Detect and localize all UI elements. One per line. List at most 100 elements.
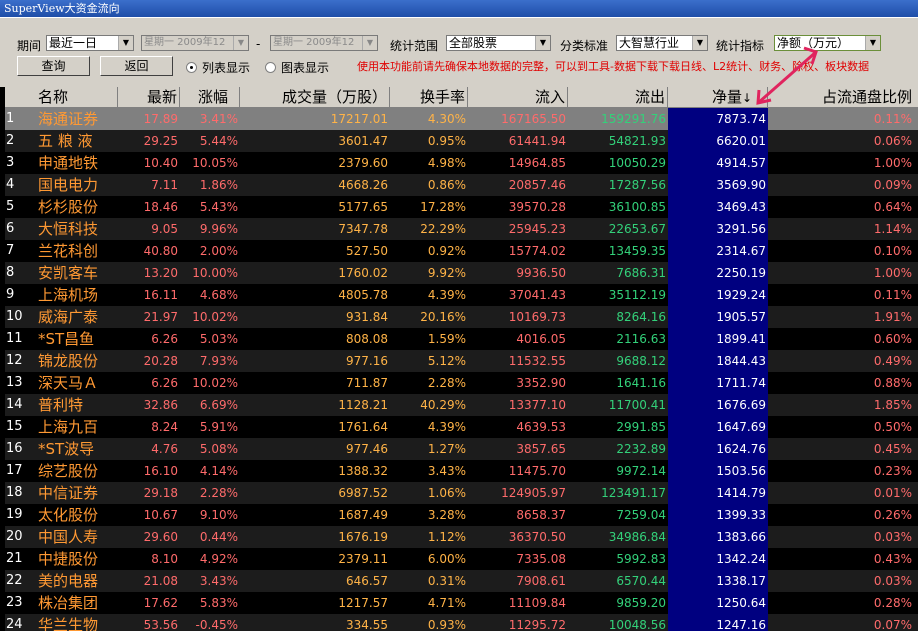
cell-change: 10.00% <box>192 266 238 280</box>
table-row[interactable]: 15 上海九百 8.24 5.91% 1761.64 4.39% 4639.53 2991.8… <box>5 416 918 438</box>
cell-idx: 5 <box>6 199 15 214</box>
cell-net: 1929.24 <box>668 284 768 306</box>
col-header-change[interactable]: 涨幅 <box>180 87 240 107</box>
cell-net: 1383.66 <box>668 526 768 548</box>
col-header-ratio[interactable]: 占流通盘比例 <box>768 87 918 107</box>
metric-select-value: 净额（万元） <box>777 36 850 50</box>
cell-name: *ST昌鱼 <box>38 330 95 348</box>
table-row[interactable]: 1 海通证券 17.89 3.41% 17217.01 4.30% 167165.50 159… <box>5 108 918 130</box>
cell-inflow: 14964.85 <box>508 156 566 170</box>
table-row[interactable]: 6 大恒科技 9.05 9.96% 7347.78 22.29% 25945.23 22653… <box>5 218 918 240</box>
chart-view-label[interactable]: 图表显示 <box>281 59 329 76</box>
cell-price: 4.76 <box>151 442 178 456</box>
cell-change: 10.05% <box>192 156 238 170</box>
table-row[interactable]: 3 申通地铁 10.40 10.05% 2379.60 4.98% 14964.85 1005… <box>5 152 918 174</box>
cell-price: 20.28 <box>143 354 178 368</box>
scope-select[interactable]: 全部股票 ▼ <box>446 35 551 51</box>
table-row[interactable]: 7 兰花科创 40.80 2.00% 527.50 0.92% 15774.02 13459.… <box>5 240 918 262</box>
table-row[interactable]: 24 华兰生物 53.56 -0.45% 334.55 0.93% 11295.72 1004… <box>5 614 918 631</box>
chart-view-radio[interactable] <box>265 62 276 73</box>
table-row[interactable]: 14 普利特 32.86 6.69% 1128.21 40.29% 13377.10 1170… <box>5 394 918 416</box>
table-row[interactable]: 23 株冶集团 17.62 5.83% 1217.57 4.71% 11109.84 9859… <box>5 592 918 614</box>
cell-inflow: 8658.37 <box>516 508 566 522</box>
cell-inflow: 11109.84 <box>508 596 566 610</box>
cell-idx: 12 <box>6 353 23 368</box>
cell-price: 16.11 <box>143 288 178 302</box>
cell-volume: 1388.32 <box>338 464 388 478</box>
table-row[interactable]: 2 五 粮 液 29.25 5.44% 3601.47 0.95% 61441.94 5482… <box>5 130 918 152</box>
cell-change: 5.43% <box>199 200 238 214</box>
col-header-net-label: 净量 <box>712 88 743 106</box>
date-from-picker[interactable]: 星期一 2009年12 ▼ <box>141 35 249 51</box>
col-header-price[interactable]: 最新 <box>118 87 180 107</box>
list-view-radio[interactable] <box>186 62 197 73</box>
query-button[interactable]: 查询 <box>17 56 90 76</box>
cell-turnover: 1.59% <box>427 332 466 346</box>
table-row[interactable]: 12 锦龙股份 20.28 7.93% 977.16 5.12% 11532.55 9688.… <box>5 350 918 372</box>
cell-outflow: 159291.76 <box>601 112 666 126</box>
table-row[interactable]: 10 威海广泰 21.97 10.02% 931.84 20.16% 10169.73 826… <box>5 306 918 328</box>
table-row[interactable]: 19 太化股份 10.67 9.10% 1687.49 3.28% 8658.37 7259.… <box>5 504 918 526</box>
cell-name: *ST波导 <box>38 440 95 458</box>
cell-outflow: 7686.31 <box>616 266 666 280</box>
cell-turnover: 20.16% <box>420 310 466 324</box>
cell-ratio: 0.45% <box>873 442 912 456</box>
cell-price: 8.10 <box>151 552 178 566</box>
cell-net: 7873.74 <box>668 108 768 130</box>
table-row[interactable]: 20 中国人寿 29.60 0.44% 1676.19 1.12% 36370.50 3498… <box>5 526 918 548</box>
col-header-net[interactable]: 净量↓ <box>668 87 768 107</box>
cell-idx: 7 <box>6 243 15 258</box>
cell-outflow: 54821.93 <box>608 134 666 148</box>
cell-price: 6.26 <box>151 376 178 390</box>
table-row[interactable]: 9 上海机场 16.11 4.68% 4805.78 4.39% 37041.43 35112… <box>5 284 918 306</box>
cell-inflow: 3352.90 <box>516 376 566 390</box>
category-select-value: 大智慧行业 <box>619 36 680 50</box>
cell-volume: 711.87 <box>346 376 388 390</box>
table-row[interactable]: 18 中信证券 29.18 2.28% 6987.52 1.06% 124905.97 123… <box>5 482 918 504</box>
table-row[interactable]: 4 国电电力 7.11 1.86% 4668.26 0.86% 20857.46 17287.… <box>5 174 918 196</box>
cell-change: 2.00% <box>199 244 238 258</box>
table-row[interactable]: 11 *ST昌鱼 6.26 5.03% 808.08 1.59% 4016.05 2116.6… <box>5 328 918 350</box>
cell-name: 普利特 <box>38 396 84 414</box>
cell-net: 1624.76 <box>668 438 768 460</box>
cell-volume: 1760.02 <box>338 266 388 280</box>
list-view-label[interactable]: 列表显示 <box>202 59 250 76</box>
cell-name: 海通证券 <box>38 110 99 128</box>
cell-idx: 17 <box>6 463 23 478</box>
cell-turnover: 6.00% <box>427 552 466 566</box>
table-row[interactable]: 22 美的电器 21.08 3.43% 646.57 0.31% 7908.61 6570.4… <box>5 570 918 592</box>
metric-select[interactable]: 净额（万元） ▼ <box>774 35 881 51</box>
table-row[interactable]: 16 *ST波导 4.76 5.08% 977.46 1.27% 3857.65 2232.8… <box>5 438 918 460</box>
period-select-value: 最近一日 <box>49 36 98 50</box>
cell-outflow: 9688.12 <box>616 354 666 368</box>
cell-volume: 7347.78 <box>338 222 388 236</box>
cell-price: 9.05 <box>151 222 178 236</box>
col-header-turnover[interactable]: 换手率 <box>390 87 468 107</box>
category-select[interactable]: 大智慧行业 ▼ <box>616 35 708 51</box>
period-select[interactable]: 最近一日 ▼ <box>46 35 134 51</box>
date-to-picker[interactable]: 星期一 2009年12 ▼ <box>270 35 378 51</box>
table-row[interactable]: 8 安凯客车 13.20 10.00% 1760.02 9.92% 9936.50 7686.… <box>5 262 918 284</box>
table-row[interactable]: 13 深天马Ａ 6.26 10.02% 711.87 2.28% 3352.90 1641.1… <box>5 372 918 394</box>
cell-volume: 1128.21 <box>338 398 388 412</box>
col-header-inflow[interactable]: 流入 <box>468 87 568 107</box>
cell-name: 华兰生物 <box>38 616 99 631</box>
cell-price: 18.46 <box>143 200 178 214</box>
cell-idx: 21 <box>6 551 23 566</box>
cell-volume: 17217.01 <box>330 112 388 126</box>
col-header-name[interactable]: 名称 <box>5 87 118 107</box>
cell-net: 3469.43 <box>668 196 768 218</box>
cell-inflow: 25945.23 <box>508 222 566 236</box>
col-header-outflow[interactable]: 流出 <box>568 87 668 107</box>
chevron-down-icon: ▼ <box>865 36 880 50</box>
cell-inflow: 3857.65 <box>516 442 566 456</box>
cell-volume: 931.84 <box>346 310 388 324</box>
table-row[interactable]: 5 杉杉股份 18.46 5.43% 5177.65 17.28% 39570.28 3610… <box>5 196 918 218</box>
table-row[interactable]: 17 综艺股份 16.10 4.14% 1388.32 3.43% 11475.70 9972… <box>5 460 918 482</box>
cell-outflow: 11700.41 <box>608 398 666 412</box>
cell-outflow: 35112.19 <box>608 288 666 302</box>
back-button[interactable]: 返回 <box>100 56 173 76</box>
table-row[interactable]: 21 中捷股份 8.10 4.92% 2379.11 6.00% 7335.08 5992.8… <box>5 548 918 570</box>
col-header-volume[interactable]: 成交量（万股） <box>240 87 390 107</box>
cell-outflow: 10050.29 <box>608 156 666 170</box>
